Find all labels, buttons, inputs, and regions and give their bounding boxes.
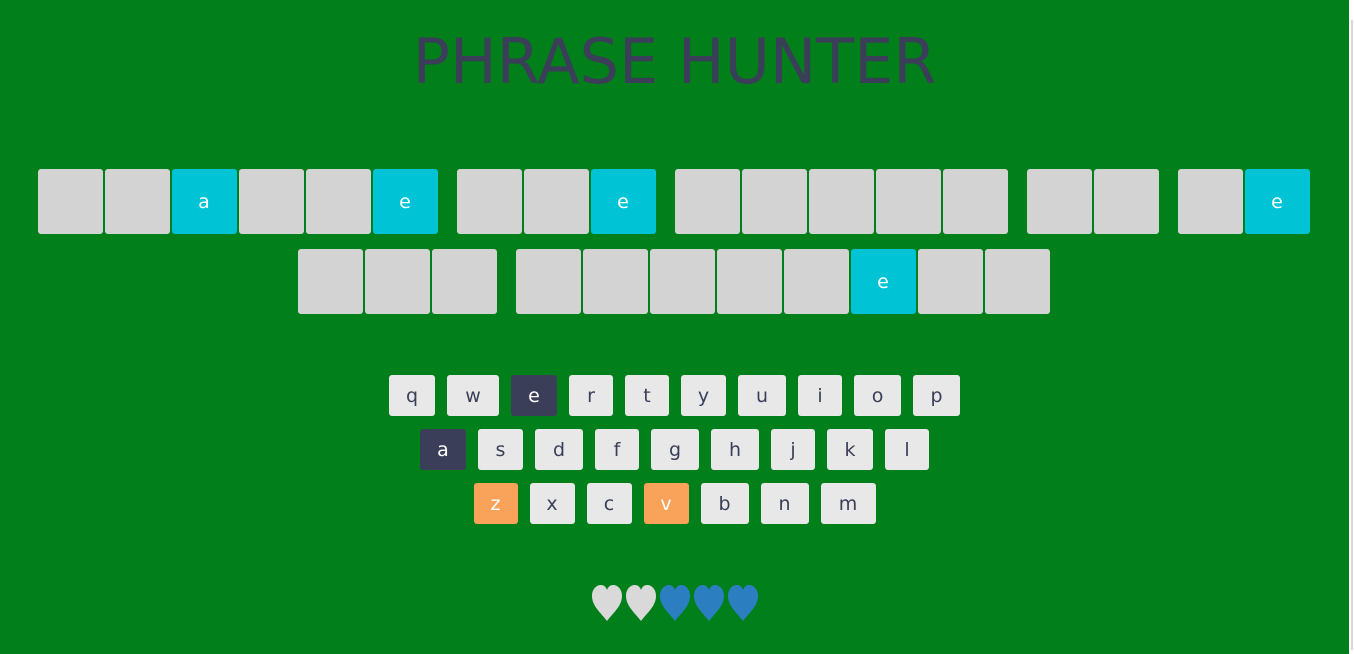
phrase-letter-hidden (808, 169, 874, 234)
phrase-letter-hidden (875, 169, 941, 234)
phrase-letter-hidden (942, 169, 1008, 234)
key-j[interactable]: j (771, 429, 815, 470)
phrase-row: aeee (0, 169, 1349, 234)
key-d[interactable]: d (535, 429, 583, 470)
key-b[interactable]: b (700, 483, 749, 524)
phrase-letter-hidden (523, 169, 589, 234)
phrase-space (1010, 169, 1025, 234)
page-title: PHRASE HUNTER (412, 25, 937, 98)
key-t[interactable]: t (625, 375, 669, 416)
phrase-letter-hidden (1026, 169, 1092, 234)
key-s[interactable]: s (478, 429, 523, 470)
phrase-letter-hidden (364, 249, 430, 314)
phrase-letter-hidden (238, 169, 304, 234)
key-x[interactable]: x (529, 483, 575, 524)
phrase-letter-revealed: e (372, 169, 438, 234)
key-m[interactable]: m (820, 483, 876, 524)
heart-icon (726, 583, 760, 623)
key-h[interactable]: h (711, 429, 759, 470)
phrase-letter-hidden (741, 169, 807, 234)
key-y[interactable]: y (681, 375, 726, 416)
key-w[interactable]: w (447, 375, 499, 416)
phrase-letter-hidden (515, 249, 581, 314)
phrase-letter-hidden (431, 249, 497, 314)
game-board: PHRASE HUNTER aeee e qwertyuiop asdfghjk… (0, 0, 1349, 654)
phrase-letter-revealed: e (1244, 169, 1310, 234)
phrase-space (499, 249, 514, 314)
phrase-space (658, 169, 673, 234)
key-g[interactable]: g (651, 429, 699, 470)
heart-icon (590, 583, 624, 623)
keyboard-row: asdfghjkl (0, 429, 1349, 470)
phrase-letter-hidden (305, 169, 371, 234)
phrase-letter-hidden (716, 249, 782, 314)
lives-display (0, 583, 1349, 623)
phrase-letter-hidden (649, 249, 715, 314)
scrollbar[interactable] (1349, 0, 1354, 654)
key-v[interactable]: v (643, 483, 689, 524)
keyboard-row: zxcvbnm (0, 483, 1349, 524)
key-n[interactable]: n (760, 483, 809, 524)
key-a[interactable]: a (420, 429, 466, 470)
phrase-space (440, 169, 455, 234)
phrase-letter-revealed: e (850, 249, 916, 314)
phrase-letter-revealed: e (590, 169, 656, 234)
key-e[interactable]: e (511, 375, 557, 416)
key-l[interactable]: l (885, 429, 929, 470)
key-k[interactable]: k (827, 429, 873, 470)
heart-icon (624, 583, 658, 623)
phrase-space (1161, 169, 1176, 234)
key-o[interactable]: o (854, 375, 901, 416)
key-f[interactable]: f (595, 429, 639, 470)
heart-icon (692, 583, 726, 623)
key-r[interactable]: r (569, 375, 613, 416)
key-z[interactable]: z (473, 483, 518, 524)
key-u[interactable]: u (738, 375, 786, 416)
key-i[interactable]: i (798, 375, 842, 416)
phrase-letter-hidden (37, 169, 103, 234)
keyboard-row: qwertyuiop (0, 375, 1349, 416)
phrase-letter-hidden (674, 169, 740, 234)
phrase-letter-hidden (984, 249, 1050, 314)
phrase-letter-hidden (456, 169, 522, 234)
phrase-letter-hidden (297, 249, 363, 314)
key-q[interactable]: q (389, 375, 435, 416)
phrase-row: e (0, 249, 1349, 314)
phrase-letter-hidden (1177, 169, 1243, 234)
phrase-letter-revealed: a (171, 169, 237, 234)
key-p[interactable]: p (913, 375, 960, 416)
phrase-letter-hidden (917, 249, 983, 314)
phrase-letter-hidden (582, 249, 648, 314)
key-c[interactable]: c (586, 483, 632, 524)
scrollbar-thumb[interactable] (1351, 20, 1353, 650)
phrase-letter-hidden (1093, 169, 1159, 234)
phrase-letter-hidden (104, 169, 170, 234)
heart-icon (658, 583, 692, 623)
phrase-letter-hidden (783, 249, 849, 314)
